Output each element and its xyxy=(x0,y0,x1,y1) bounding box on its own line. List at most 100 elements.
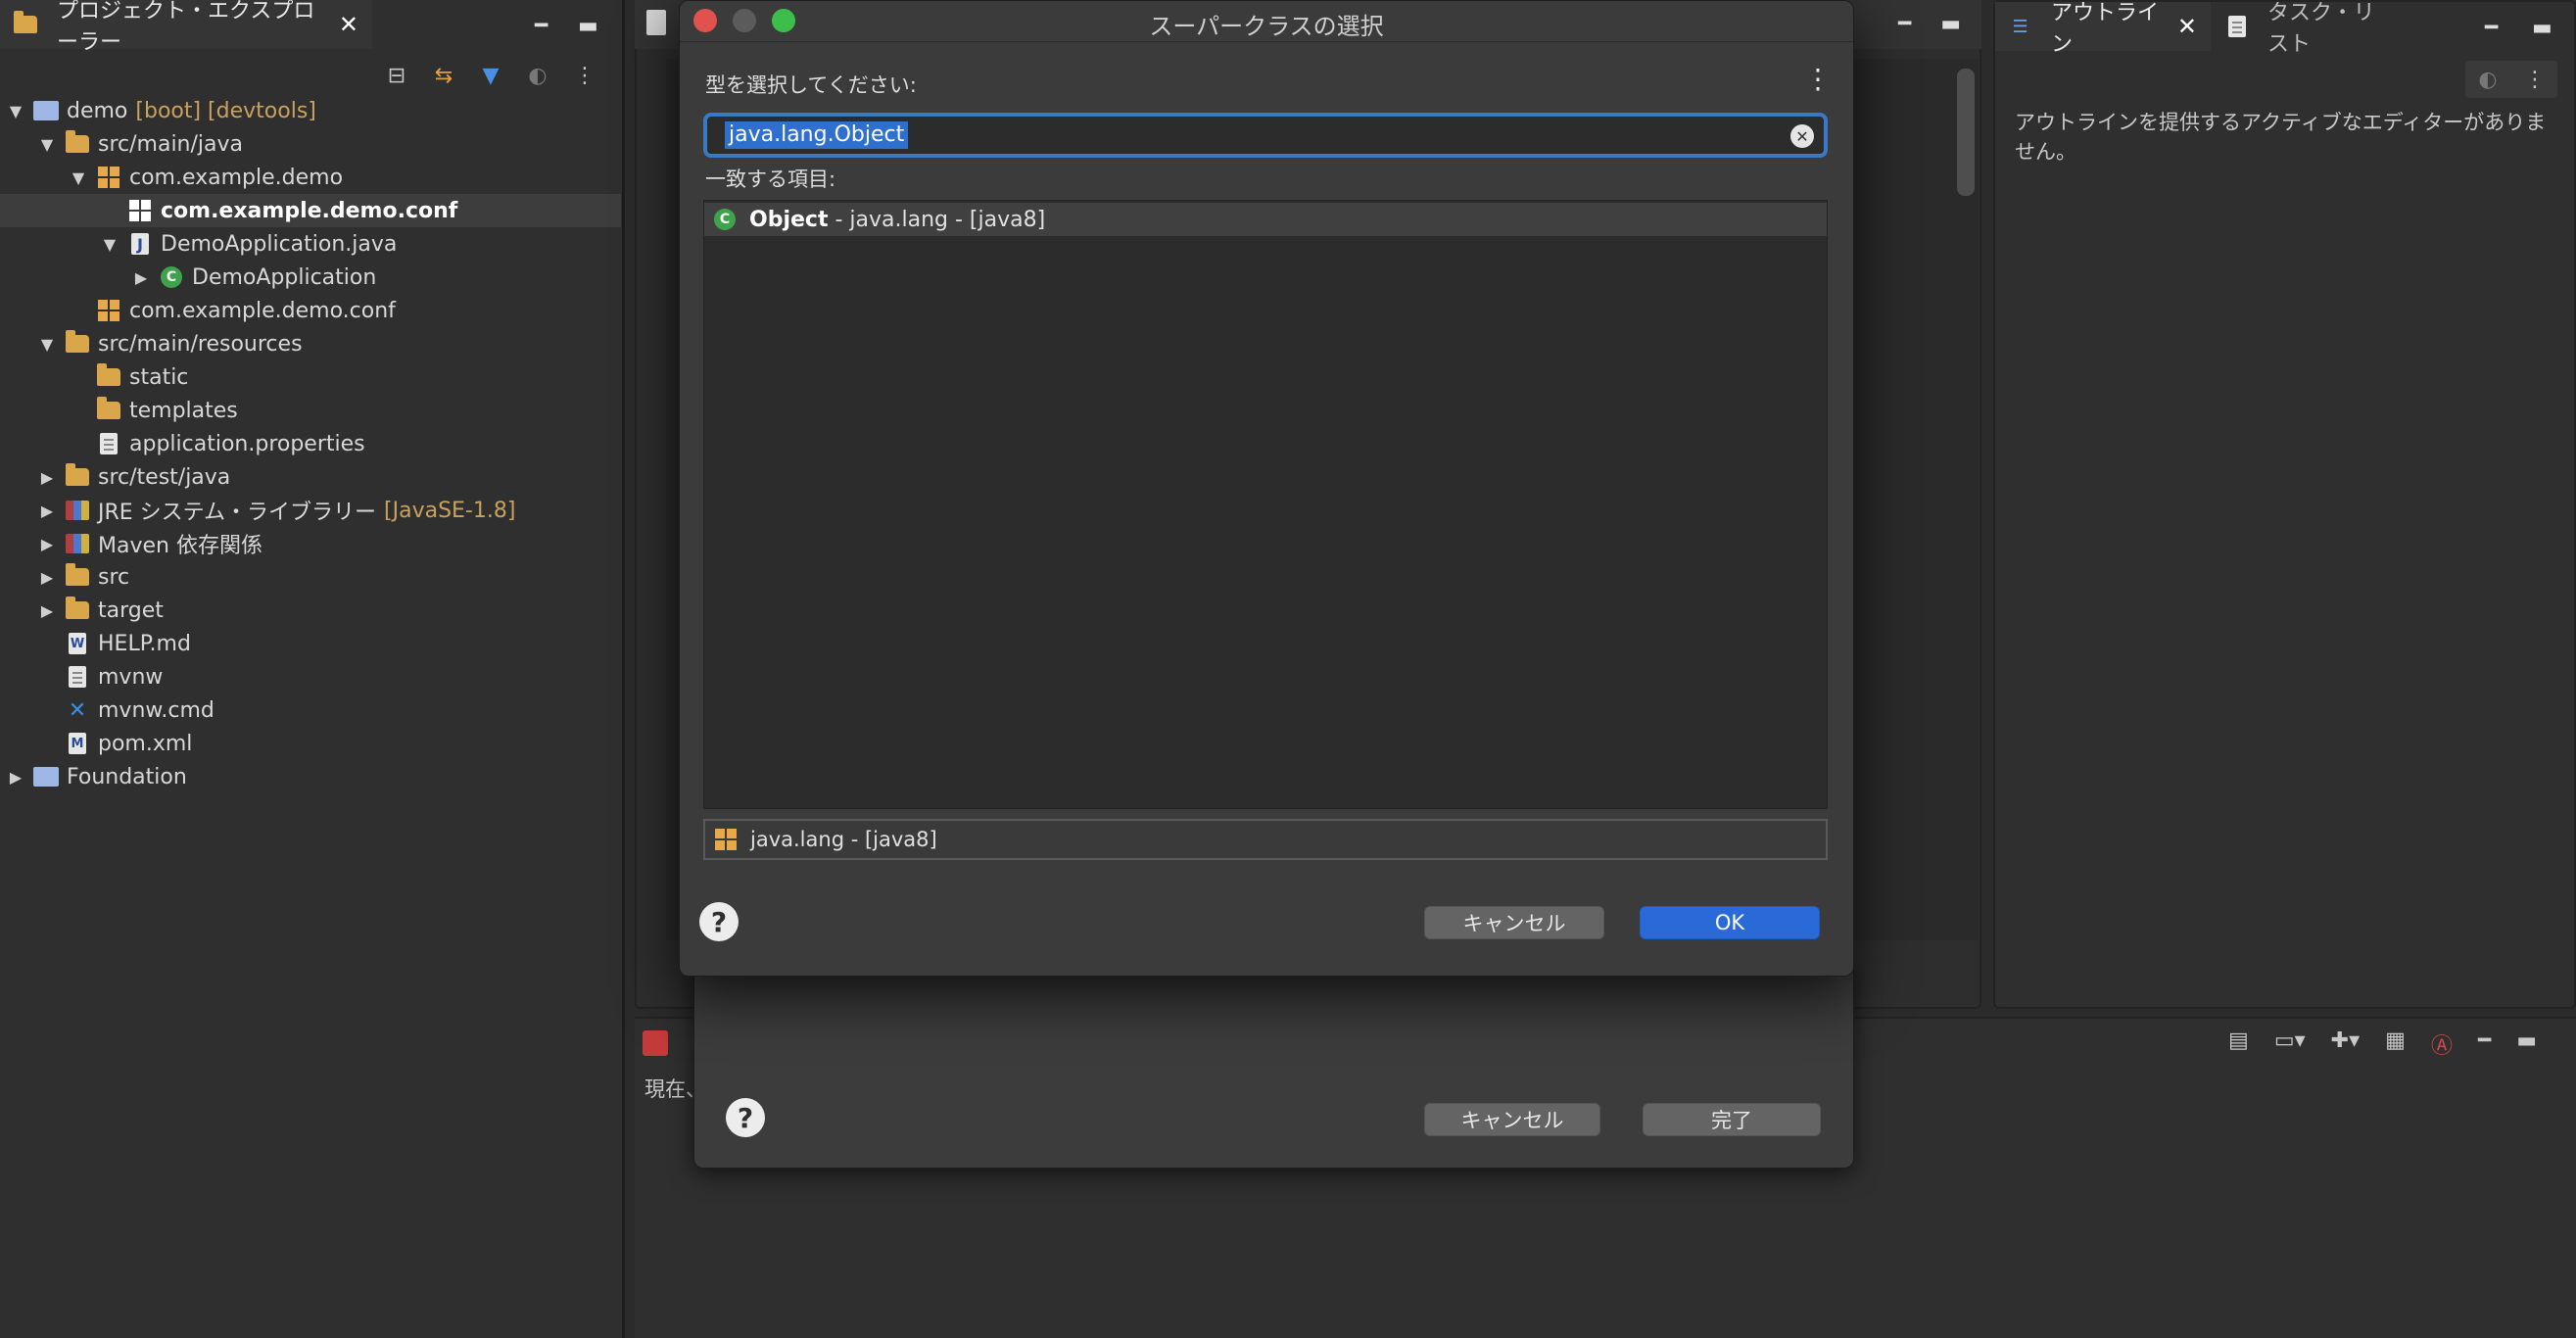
qualifier-text: java.lang - [java8] xyxy=(750,828,937,851)
tree-row[interactable]: ▼ demo [boot] [devtools] xyxy=(0,94,621,127)
tree-row[interactable]: ▶ JRE システム・ライブラリー [JavaSE-1.8] xyxy=(0,494,621,527)
library-icon xyxy=(65,531,90,556)
tree-row[interactable]: Mpom.xml xyxy=(0,727,621,760)
maximize-icon[interactable]: ▬ xyxy=(578,14,598,38)
link-with-editor-icon[interactable]: ⇆ xyxy=(429,61,458,90)
tab-task-list-label: タスク・リスト xyxy=(2267,1,2375,57)
minimize-icon[interactable]: ━ xyxy=(535,14,548,38)
source-folder-icon xyxy=(65,330,90,357)
expanded-chevron-icon[interactable]: ▼ xyxy=(35,132,59,156)
tree-row[interactable]: ▼ src/main/java xyxy=(0,127,621,161)
cancel-button[interactable]: キャンセル xyxy=(1424,906,1604,939)
tab-outline-label: アウトライン xyxy=(2051,1,2160,57)
bottom-toolbar: ▤ ▭▾ ✚▾ ▦ Ⓐ ━ ▬ xyxy=(2228,1028,2537,1060)
tree-row[interactable]: ▶ src xyxy=(0,560,621,594)
list-item[interactable]: C Object - java.lang - [java8] xyxy=(704,203,1827,236)
close-icon[interactable]: ✕ xyxy=(2177,13,2197,40)
folder-icon xyxy=(65,563,90,590)
source-folder-icon xyxy=(65,463,90,490)
clear-search-icon[interactable]: ✕ xyxy=(1790,124,1814,148)
maximize-icon[interactable]: ▬ xyxy=(1940,12,1961,36)
collapse-all-icon[interactable]: ⊟ xyxy=(382,61,411,90)
tree-row[interactable]: ▼ J DemoApplication.java xyxy=(0,227,621,261)
tree-row[interactable]: templates xyxy=(0,394,621,427)
search-input[interactable]: java.lang.Object xyxy=(725,121,909,149)
tree-item-label: Maven 依存関係 xyxy=(98,534,262,558)
package-icon xyxy=(127,198,153,223)
dialog-menu-icon[interactable]: ⋮ xyxy=(1804,66,1832,99)
annotation-icon[interactable]: Ⓐ xyxy=(2431,1028,2453,1060)
tree-row[interactable]: ✕ mvnw.cmd xyxy=(0,693,621,727)
dialog-title: スーパークラスの選択 xyxy=(1149,13,1384,40)
help-icon[interactable]: ? xyxy=(699,902,739,941)
collapsed-chevron-icon[interactable]: ▶ xyxy=(35,598,59,622)
ok-button[interactable]: OK xyxy=(1640,906,1820,939)
tree-row[interactable]: static xyxy=(0,360,621,394)
matching-items-label: 一致する項目: xyxy=(705,167,836,191)
tab-project-explorer[interactable]: プロジェクト・エクスプローラー ✕ xyxy=(0,0,372,55)
type-prompt-label: 型を選択してください: xyxy=(705,73,917,97)
project-icon xyxy=(33,764,59,789)
expanded-chevron-icon[interactable]: ▼ xyxy=(35,332,59,356)
new-console-icon[interactable]: ✚▾ xyxy=(2331,1028,2360,1060)
task-list-icon xyxy=(2226,14,2248,39)
collapsed-chevron-icon[interactable]: ▶ xyxy=(35,499,59,522)
tree-row[interactable]: ▼ src/main/resources xyxy=(0,327,621,360)
package-icon xyxy=(96,165,121,190)
package-icon xyxy=(715,829,737,850)
collapsed-chevron-icon[interactable]: ▶ xyxy=(35,465,59,489)
wizard-cancel-button[interactable]: キャンセル xyxy=(1424,1103,1600,1136)
tree-item-decoration: [JavaSE-1.8] xyxy=(384,498,516,523)
view-menu-icon[interactable]: ⋮ xyxy=(2520,65,2550,94)
expanded-chevron-icon[interactable]: ▼ xyxy=(98,232,121,256)
minimize-icon[interactable]: ━ xyxy=(2478,1028,2491,1060)
tree-item-label: com.example.demo xyxy=(129,165,344,190)
expanded-chevron-icon[interactable]: ▼ xyxy=(4,99,27,122)
minimize-icon[interactable]: ━ xyxy=(1898,12,1911,36)
match-type-name: Object xyxy=(749,207,829,232)
editor-scrollbar[interactable] xyxy=(1957,69,1975,196)
folder-icon xyxy=(96,363,121,390)
maximize-icon[interactable]: ▬ xyxy=(2516,1028,2537,1060)
pin-icon[interactable]: ▦ xyxy=(2385,1028,2406,1060)
type-search-field[interactable]: java.lang.Object ✕ xyxy=(703,113,1828,158)
maximize-icon[interactable]: ▬ xyxy=(2532,16,2552,40)
collapsed-chevron-icon[interactable]: ▶ xyxy=(35,565,59,589)
filter-icon[interactable]: ▼ xyxy=(476,61,505,90)
tree-item-label: pom.xml xyxy=(98,731,193,756)
help-icon[interactable]: ? xyxy=(726,1098,765,1137)
wizard-finish-button[interactable]: 完了 xyxy=(1643,1103,1821,1136)
file-icon xyxy=(65,664,90,690)
display-icon[interactable]: ▭▾ xyxy=(2274,1028,2306,1060)
tree-item-label: JRE システム・ライブラリー xyxy=(98,501,377,525)
expanded-chevron-icon[interactable]: ▼ xyxy=(67,166,90,189)
minimize-icon[interactable]: ━ xyxy=(2485,16,2498,40)
tree-row[interactable]: ▶ src/test/java xyxy=(0,460,621,494)
tree-row[interactable]: com.example.demo.conf xyxy=(0,194,621,227)
tab-outline[interactable]: ☰ アウトライン ✕ xyxy=(1995,1,2211,57)
collapsed-chevron-icon[interactable]: ▶ xyxy=(129,265,153,289)
tree-row[interactable]: mvnw xyxy=(0,660,621,693)
tree-row[interactable]: ▶ Maven 依存関係 xyxy=(0,527,621,560)
tree-item-label: src/main/resources xyxy=(98,331,303,357)
tree-row[interactable]: com.example.demo.conf xyxy=(0,294,621,327)
tree-row[interactable]: W HELP.md xyxy=(0,627,621,660)
collapsed-chevron-icon[interactable]: ▶ xyxy=(35,532,59,555)
matching-types-list[interactable]: C Object - java.lang - [java8] xyxy=(703,200,1828,809)
collapsed-chevron-icon[interactable]: ▶ xyxy=(4,765,27,788)
tree-row[interactable]: ▶ Foundation xyxy=(0,760,621,793)
focus-icon[interactable]: ◐ xyxy=(2473,65,2503,94)
tree-row[interactable]: ▶ C DemoApplication xyxy=(0,261,621,294)
tree-row[interactable]: ▼ com.example.demo xyxy=(0,161,621,194)
tree-row[interactable]: application.properties xyxy=(0,427,621,460)
tab-task-list[interactable]: タスク・リスト xyxy=(2213,1,2409,57)
view-menu-icon[interactable]: ⋮ xyxy=(570,61,599,90)
markers-icon[interactable] xyxy=(643,1030,668,1056)
focus-icon[interactable]: ◐ xyxy=(523,61,552,90)
clear-icon[interactable]: ▤ xyxy=(2228,1028,2249,1060)
tree-row[interactable]: ▶ target xyxy=(0,594,621,627)
close-icon[interactable]: ✕ xyxy=(339,11,358,38)
qualifier-field: java.lang - [java8] xyxy=(703,819,1828,860)
